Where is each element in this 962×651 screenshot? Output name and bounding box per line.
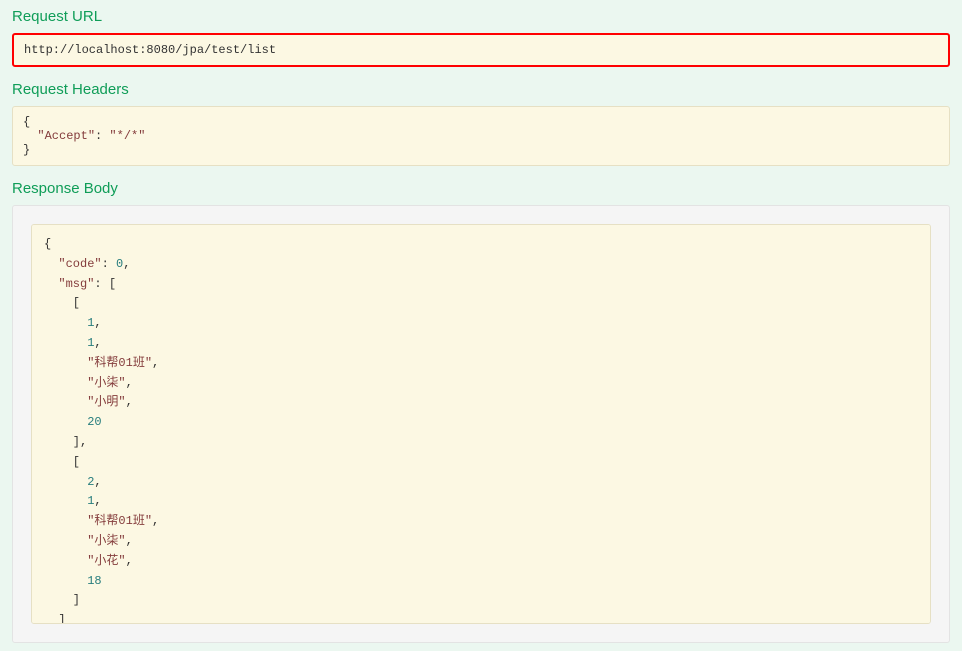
request-url-value: http://localhost:8080/jpa/test/list (24, 43, 276, 57)
response-body-content: { "code": 0, "msg": [ [ 1, 1, "科帮01班", "… (44, 235, 918, 624)
request-headers-block: { "Accept": "*/*" } (12, 106, 950, 166)
response-body-wrapper: { "code": 0, "msg": [ [ 1, 1, "科帮01班", "… (12, 205, 950, 643)
request-url-title: Request URL (12, 8, 950, 25)
response-body-block[interactable]: { "code": 0, "msg": [ [ 1, 1, "科帮01班", "… (31, 224, 931, 624)
request-url-block: http://localhost:8080/jpa/test/list (12, 33, 950, 67)
request-headers-content: { "Accept": "*/*" } (23, 115, 939, 157)
response-body-title: Response Body (12, 180, 950, 197)
request-headers-title: Request Headers (12, 81, 950, 98)
